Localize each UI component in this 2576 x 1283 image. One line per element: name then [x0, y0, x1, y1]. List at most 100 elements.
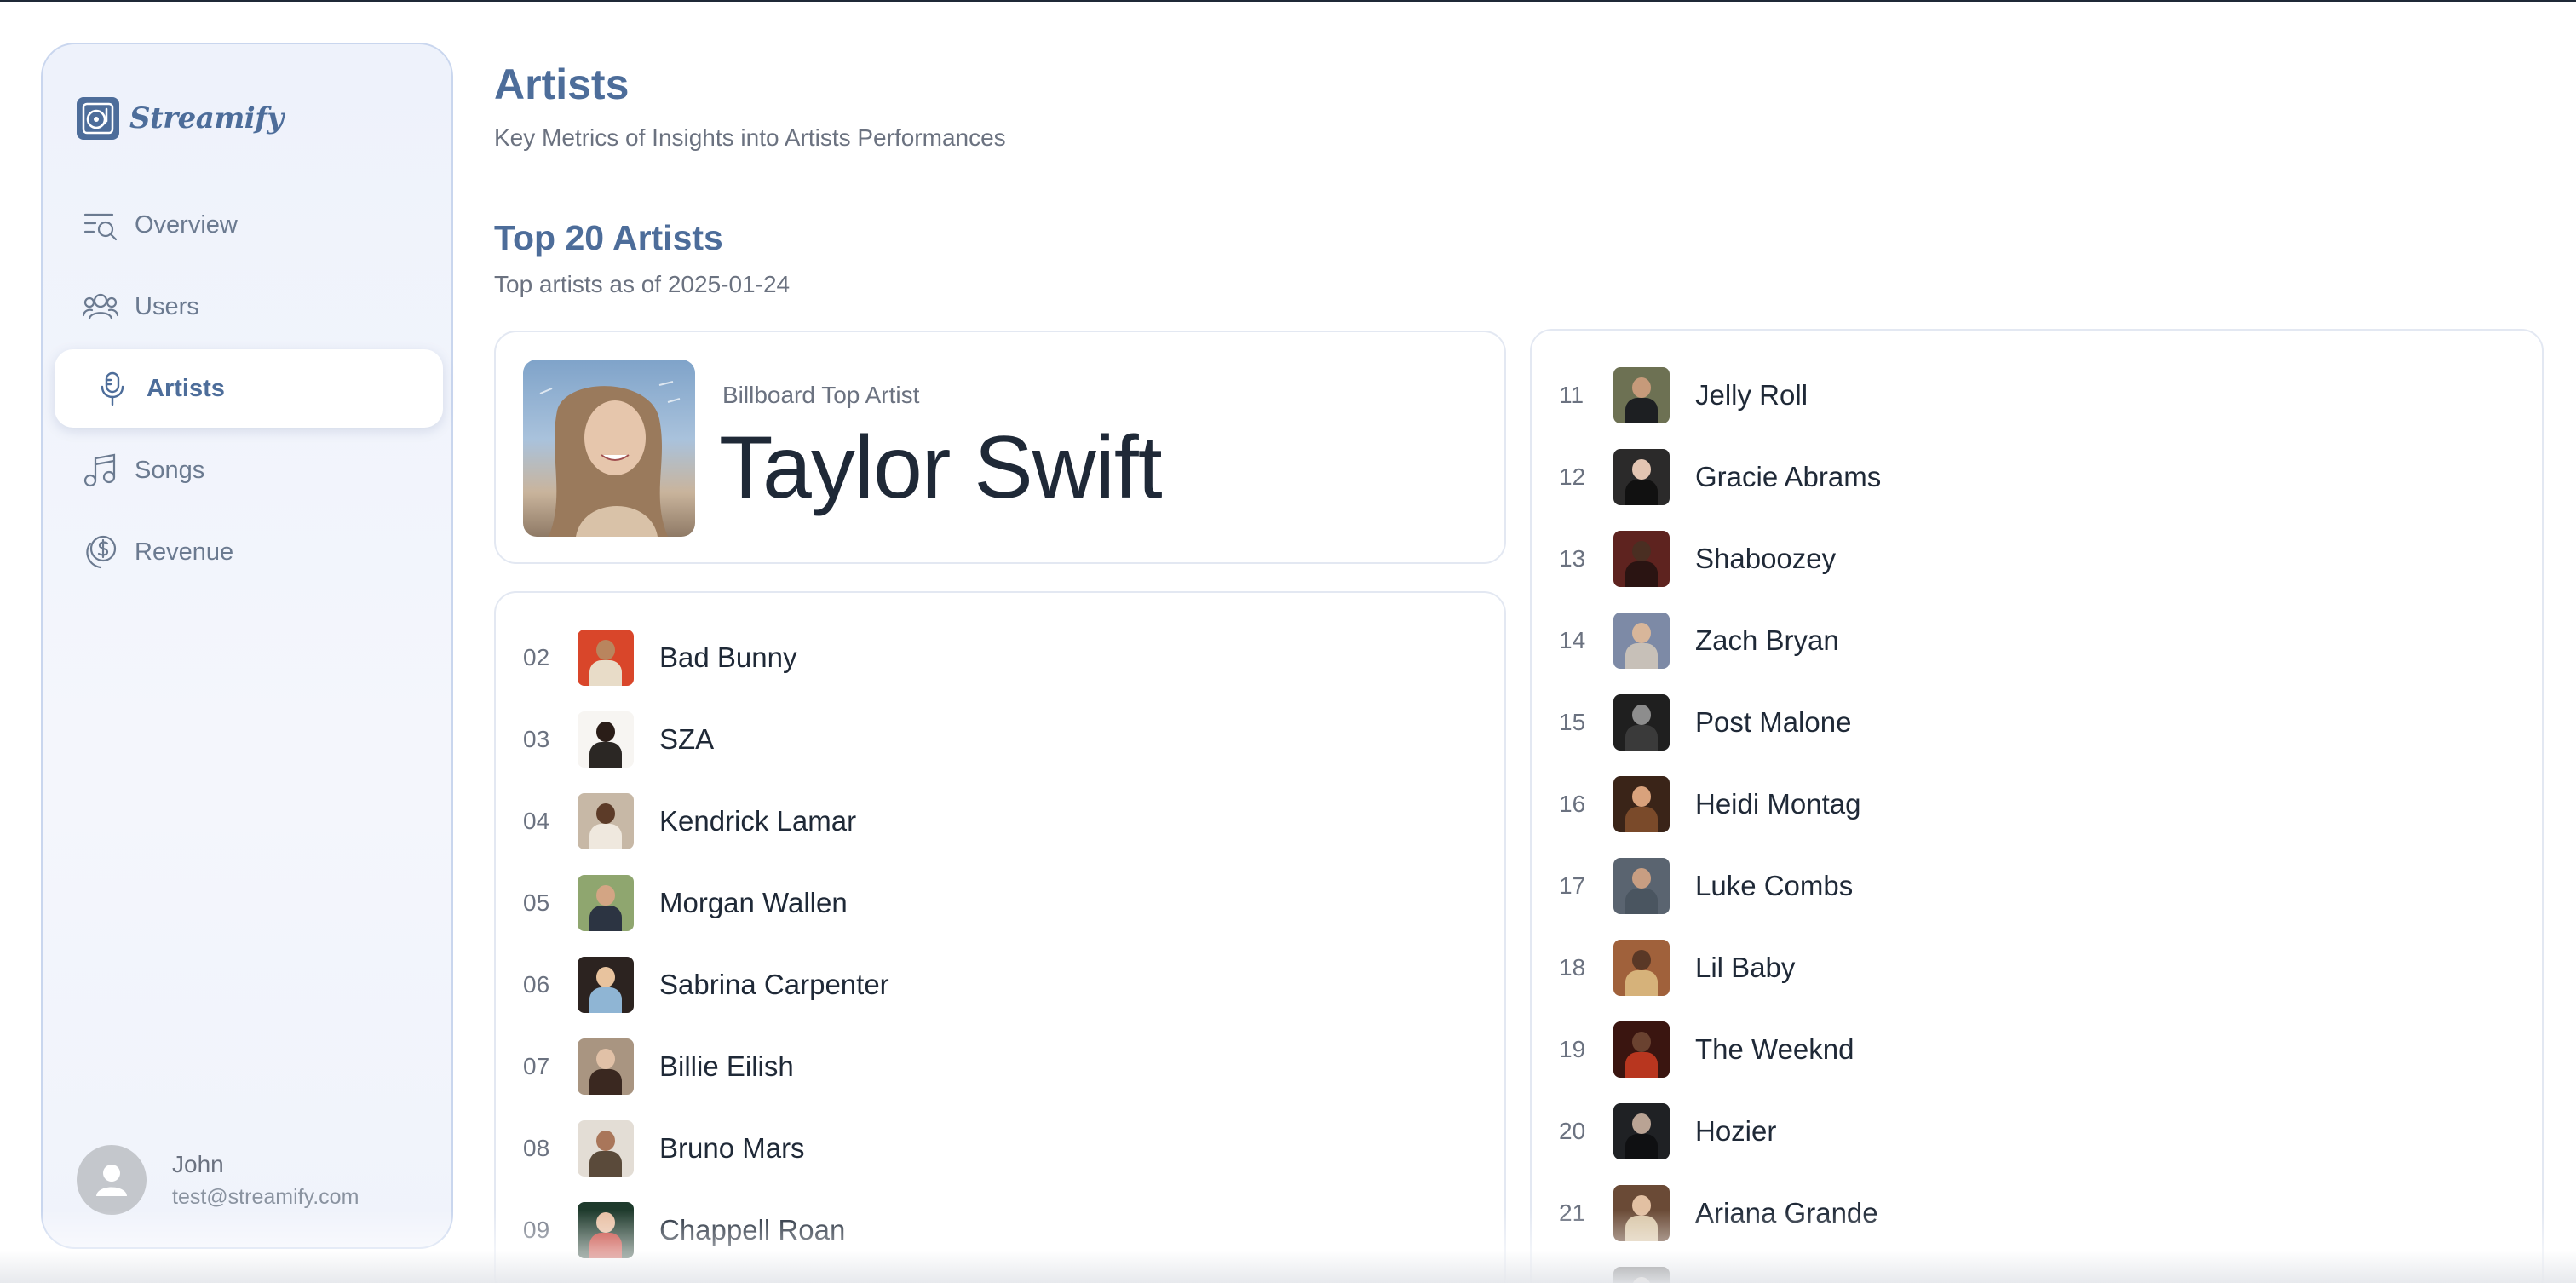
artist-row[interactable]: 17 Luke Combs [1532, 845, 2542, 927]
top-artist-name: Taylor Swift [719, 418, 1163, 517]
dollar-coin-icon [80, 532, 121, 572]
sidebar-item-label: Songs [135, 456, 205, 484]
sidebar-nav: Overview Users Artists Songs Revenue [55, 186, 443, 595]
artist-rank: 11 [1559, 382, 1584, 408]
section-title: Top 20 Artists [494, 218, 723, 257]
users-icon [80, 286, 121, 327]
artist-row[interactable]: 06 Sabrina Carpenter [496, 944, 1504, 1026]
artist-thumbnail [1613, 776, 1670, 832]
user-info: John test@streamify.com [172, 1151, 359, 1210]
artist-name: Kendrick Lamar [659, 805, 857, 837]
artist-row[interactable]: 08 Bruno Mars [496, 1108, 1504, 1189]
section-subtitle: Top artists as of 2025-01-24 [494, 271, 791, 297]
artist-name: Ariana Grande [1695, 1197, 1878, 1228]
artist-thumbnail [1613, 858, 1670, 914]
artist-rank: 05 [523, 889, 550, 916]
artist-rank: 02 [523, 644, 550, 670]
artist-thumbnail [578, 711, 634, 768]
artist-row[interactable]: 15 Post Malone [1532, 682, 2542, 763]
sidebar-item-label: Overview [135, 210, 238, 239]
user-profile[interactable]: John test@streamify.com [77, 1145, 359, 1215]
artist-name: Bruno Mars [659, 1132, 805, 1164]
sidebar-item-overview[interactable]: Overview [55, 186, 443, 264]
artist-row[interactable]: 19 The Weeknd [1532, 1009, 2542, 1090]
artist-name: Lady Gaga [1695, 1279, 1832, 1283]
artist-name: Jelly Roll [1695, 379, 1808, 411]
artist-rank: 14 [1559, 627, 1586, 653]
artist-thumbnail [578, 793, 634, 849]
artist-thumbnail [578, 1038, 634, 1095]
artist-row[interactable]: 09 Chappell Roan [496, 1189, 1504, 1271]
artist-row[interactable]: 11 Jelly Roll [1532, 354, 2542, 436]
artist-rank: 13 [1559, 545, 1586, 572]
artist-rank: 03 [523, 726, 550, 752]
artist-name: SZA [659, 723, 715, 755]
artist-rank: 20 [1559, 1118, 1586, 1144]
artist-name: Bad Bunny [659, 642, 797, 673]
artist-row[interactable]: 20 Hozier [1532, 1090, 2542, 1172]
artist-rank: 07 [523, 1053, 550, 1079]
artist-name: Lil Baby [1695, 952, 1796, 983]
artist-thumbnail [578, 875, 634, 931]
artist-row[interactable]: 02 Bad Bunny [496, 617, 1504, 699]
top-artist-card[interactable]: Billboard Top Artist Taylor Swift [494, 331, 1506, 564]
artist-row[interactable]: 07 Billie Eilish [496, 1026, 1504, 1108]
microphone-icon [92, 368, 133, 409]
artist-rows-right: 11 Jelly Roll 12 Gracie Abrams 13 Shaboozey 14… [1532, 354, 2542, 1283]
artist-thumbnail [1613, 1267, 1670, 1283]
sidebar-item-songs[interactable]: Songs [55, 431, 443, 509]
artist-rank: 19 [1559, 1036, 1586, 1062]
artist-name: Post Malone [1695, 706, 1852, 738]
artist-row[interactable]: 14 Zach Bryan [1532, 600, 2542, 682]
artist-rank: 17 [1559, 872, 1586, 899]
overview-search-icon [80, 204, 121, 245]
artist-rank: 16 [1559, 791, 1586, 817]
artist-row[interactable]: 13 Shaboozey [1532, 518, 2542, 600]
sidebar: Streamify Overview Users Artists Songs R… [41, 43, 453, 1249]
artist-name: Hozier [1695, 1115, 1777, 1147]
artist-thumbnail [578, 1202, 634, 1258]
artist-thumbnail [1613, 613, 1670, 669]
artist-thumbnail [1613, 694, 1670, 751]
artist-thumbnail [1613, 1103, 1670, 1159]
page-title: Artists [494, 60, 630, 108]
page-subtitle: Key Metrics of Insights into Artists Per… [494, 124, 1006, 151]
artist-thumbnail [1613, 940, 1670, 996]
artist-row[interactable]: 12 Gracie Abrams [1532, 436, 2542, 518]
artist-row[interactable]: 04 Kendrick Lamar [496, 780, 1504, 862]
brand[interactable]: Streamify [77, 97, 284, 140]
artist-row[interactable]: 03 SZA [496, 699, 1504, 780]
artist-row[interactable]: 16 Heidi Montag [1532, 763, 2542, 845]
artist-rows-left: 02 Bad Bunny 03 SZA 04 Kendrick Lamar 05 Morgan… [496, 617, 1504, 1271]
artist-name: Gracie Abrams [1695, 461, 1882, 492]
sidebar-item-artists[interactable]: Artists [55, 349, 443, 428]
music-note-icon [80, 450, 121, 491]
user-silhouette-icon [96, 1165, 127, 1196]
artist-row[interactable]: 22Lady Gaga [1532, 1254, 2542, 1283]
artist-rank: 21 [1559, 1200, 1586, 1226]
window-top-border [0, 0, 2576, 2]
top-artist-photo [523, 360, 695, 537]
artist-row[interactable]: 18 Lil Baby [1532, 927, 2542, 1009]
sidebar-item-label: Revenue [135, 538, 234, 566]
artist-thumbnail [578, 1120, 634, 1177]
artist-thumbnail [1613, 1185, 1670, 1241]
artist-list-right: 11 Jelly Roll 12 Gracie Abrams 13 Shaboozey 14… [1530, 329, 2544, 1283]
sidebar-item-users[interactable]: Users [55, 268, 443, 346]
artist-row[interactable]: 05 Morgan Wallen [496, 862, 1504, 944]
artist-thumbnail [1613, 367, 1670, 423]
artist-rank: 18 [1559, 954, 1586, 981]
top-artist-label: Billboard Top Artist [722, 382, 920, 408]
artist-row[interactable]: 21 Ariana Grande [1532, 1172, 2542, 1254]
artist-name: Billie Eilish [659, 1050, 794, 1082]
sidebar-item-revenue[interactable]: Revenue [55, 513, 443, 591]
artist-rank: 15 [1559, 709, 1586, 735]
brand-name: Streamify [129, 101, 284, 135]
artist-name: Morgan Wallen [659, 887, 848, 918]
artist-thumbnail [1613, 531, 1670, 587]
artist-rank: 09 [523, 1217, 550, 1243]
artist-name: Sabrina Carpenter [659, 969, 889, 1000]
artist-name: Zach Bryan [1695, 624, 1839, 656]
artist-rank: 04 [523, 808, 550, 834]
sidebar-item-label: Users [135, 292, 199, 320]
